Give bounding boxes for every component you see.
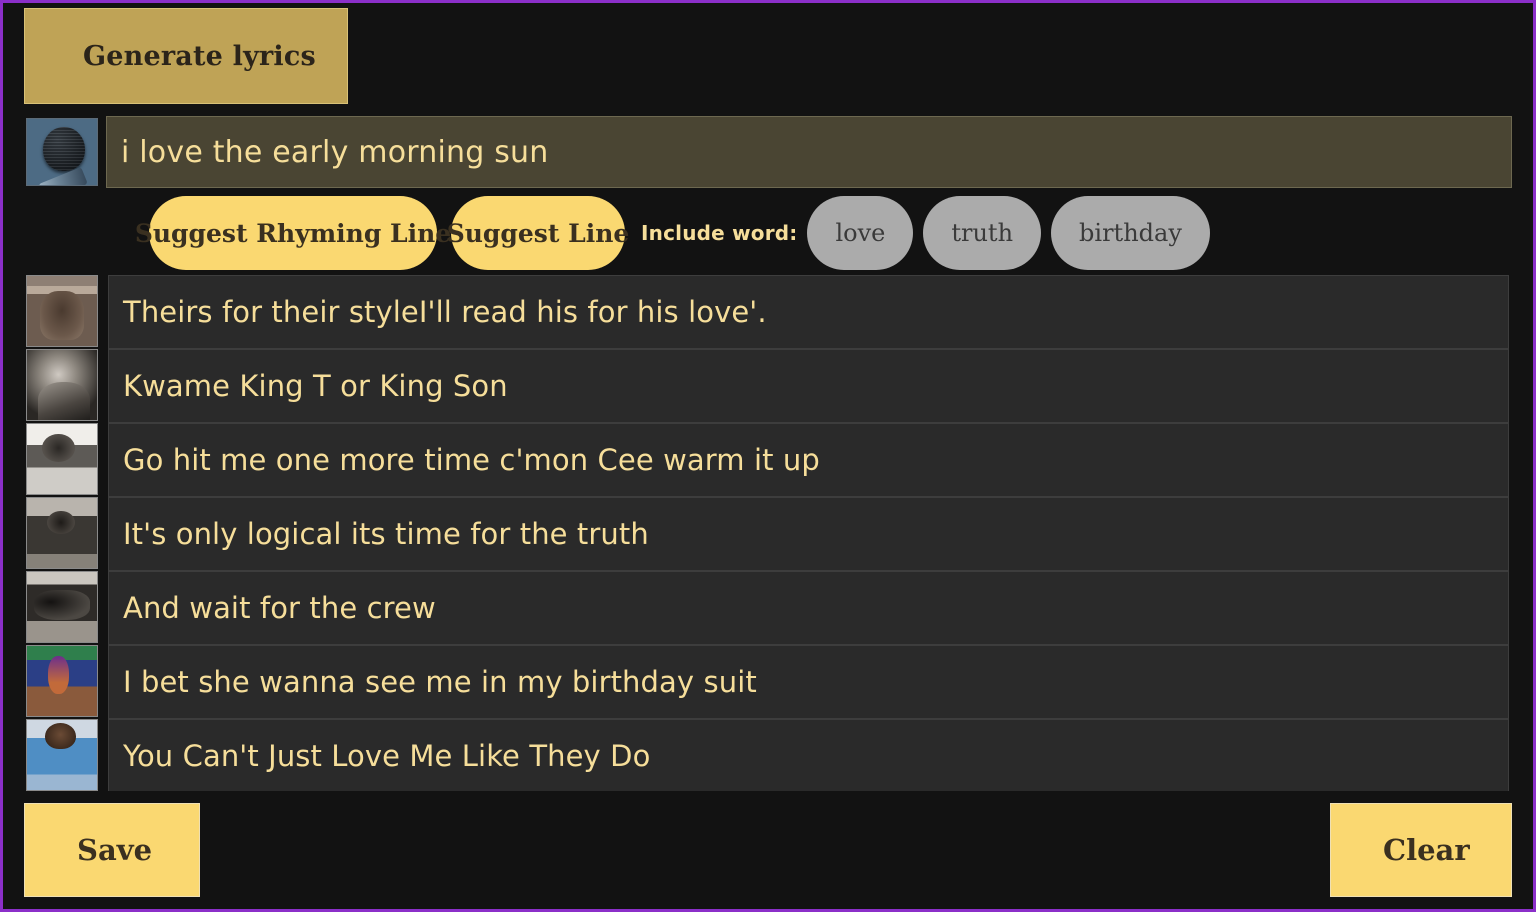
lyric-line-input[interactable]: Kwame King T or King Son bbox=[108, 349, 1509, 423]
lyric-line-input[interactable]: I bet she wanna see me in my birthday su… bbox=[108, 645, 1509, 719]
lyric-line-input[interactable]: It's only logical its time for the truth bbox=[108, 497, 1509, 571]
lyric-generator-window: Generate lyrics i love the early morning… bbox=[0, 0, 1536, 912]
lyric-lines-list: Theirs for their styleI'll read his for … bbox=[3, 275, 1533, 795]
lyric-row: You Can't Just Love Me Like They Do bbox=[3, 719, 1533, 793]
lyric-thumbnail-icon[interactable] bbox=[26, 645, 98, 717]
suggestion-actions-row: Suggest Rhyming Line Suggest Line Includ… bbox=[3, 195, 1533, 271]
lyric-thumbnail-icon[interactable] bbox=[26, 423, 98, 495]
save-button[interactable]: Save bbox=[24, 803, 200, 897]
lyric-thumbnail-icon[interactable] bbox=[26, 571, 98, 643]
microphone-icon[interactable] bbox=[26, 118, 98, 186]
lyric-line-input[interactable]: And wait for the crew bbox=[108, 571, 1509, 645]
prompt-row: i love the early morning sun bbox=[3, 113, 1533, 191]
lyric-line-input[interactable]: You Can't Just Love Me Like They Do bbox=[108, 719, 1509, 793]
include-word-label: Include word: bbox=[641, 221, 798, 245]
lyric-row: Kwame King T or King Son bbox=[3, 349, 1533, 423]
clear-button[interactable]: Clear bbox=[1330, 803, 1512, 897]
bottom-toolbar: Save Clear bbox=[3, 791, 1533, 909]
suggest-line-button[interactable]: Suggest Line bbox=[447, 196, 629, 270]
lyric-thumbnail-icon[interactable] bbox=[26, 497, 98, 569]
lyric-line-input[interactable]: Go hit me one more time c'mon Cee warm i… bbox=[108, 423, 1509, 497]
lyric-prompt-input[interactable]: i love the early morning sun bbox=[106, 116, 1512, 188]
include-word-chip-truth[interactable]: truth bbox=[923, 196, 1042, 270]
include-word-chip-birthday[interactable]: birthday bbox=[1051, 196, 1210, 270]
lyric-thumbnail-icon[interactable] bbox=[26, 349, 98, 421]
generate-lyrics-button[interactable]: Generate lyrics bbox=[24, 8, 348, 104]
lyric-line-input[interactable]: Theirs for their styleI'll read his for … bbox=[108, 275, 1509, 349]
lyric-row: It's only logical its time for the truth bbox=[3, 497, 1533, 571]
lyric-thumbnail-icon[interactable] bbox=[26, 275, 98, 347]
top-toolbar: Generate lyrics bbox=[3, 3, 1533, 107]
lyric-row: Theirs for their styleI'll read his for … bbox=[3, 275, 1533, 349]
lyric-row: And wait for the crew bbox=[3, 571, 1533, 645]
suggest-rhyming-line-button[interactable]: Suggest Rhyming Line bbox=[135, 196, 451, 270]
lyric-thumbnail-icon[interactable] bbox=[26, 719, 98, 791]
lyric-row: Go hit me one more time c'mon Cee warm i… bbox=[3, 423, 1533, 497]
lyric-row: I bet she wanna see me in my birthday su… bbox=[3, 645, 1533, 719]
include-word-chip-love[interactable]: love bbox=[807, 196, 914, 270]
